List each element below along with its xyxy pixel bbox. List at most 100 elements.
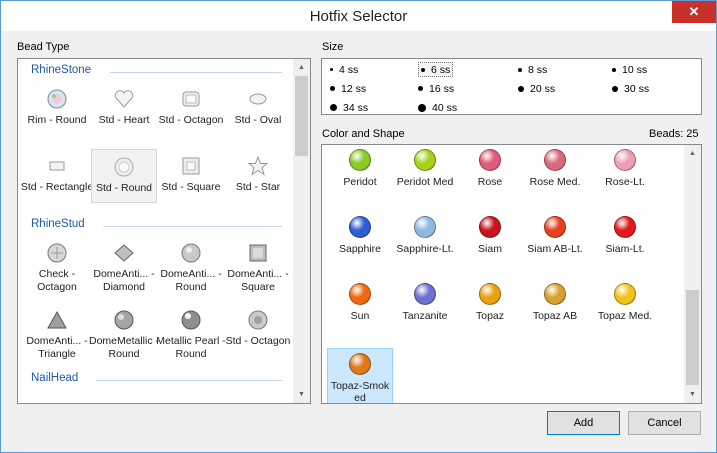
star-icon: [247, 155, 269, 177]
gem-icon: [349, 283, 371, 305]
diamond-icon: [113, 242, 135, 264]
color-item[interactable]: Peridot Med: [392, 145, 458, 201]
size-option[interactable]: 40 ss: [418, 100, 458, 114]
scroll-up-icon[interactable]: ▲: [684, 145, 701, 162]
bead-type-item[interactable]: Metallic Pearl - Round: [156, 303, 226, 360]
size-option[interactable]: 6 ss: [418, 62, 454, 77]
bead-type-label: Bead Type: [17, 41, 70, 53]
dome-square-icon: [247, 242, 269, 264]
size-option-label: 12 ss: [341, 82, 367, 95]
color-item[interactable]: Topaz-Smoked: [327, 348, 393, 404]
bead-type-item[interactable]: DomeAnti... - Diamond: [91, 236, 157, 293]
size-option[interactable]: 30 ss: [612, 81, 649, 96]
size-option[interactable]: 4 ss: [330, 62, 358, 77]
color-item-label: Siam-Lt.: [605, 243, 645, 255]
size-option[interactable]: 16 ss: [418, 81, 454, 96]
bead-type-item[interactable]: Std - Octagon: [225, 303, 291, 357]
group-header: RhineStud: [31, 218, 85, 230]
scroll-up-icon[interactable]: ▲: [293, 59, 310, 76]
gem-icon: [544, 283, 566, 305]
color-item[interactable]: Rose Med.: [522, 145, 588, 201]
color-item[interactable]: Topaz AB: [522, 279, 588, 335]
bead-type-label: Check - Octagon: [37, 268, 77, 293]
beads-count: Beads: 25: [649, 128, 699, 140]
bead-type-item[interactable]: DomeAnti... - Round: [158, 236, 224, 293]
gem-icon: [544, 149, 566, 171]
bead-type-item[interactable]: Std - Oval: [225, 82, 291, 136]
color-item[interactable]: Siam-Lt.: [592, 212, 658, 268]
color-item[interactable]: Rose-Lt.: [592, 145, 658, 201]
window-title: Hotfix Selector: [309, 8, 408, 25]
size-option-label: 40 ss: [432, 101, 458, 114]
bead-type-item[interactable]: Std - Star: [225, 149, 291, 203]
color-item[interactable]: Topaz: [457, 279, 523, 335]
heart-icon: [113, 88, 135, 110]
bead-type-item[interactable]: Std - Round: [91, 149, 157, 203]
color-item[interactable]: Siam: [457, 212, 523, 268]
scroll-down-icon[interactable]: ▼: [684, 386, 701, 403]
bead-type-label: Std - Octagon: [225, 335, 291, 347]
bead-type-item[interactable]: Std - Heart: [91, 82, 157, 136]
size-option[interactable]: 20 ss: [518, 81, 555, 96]
color-item[interactable]: Sapphire: [327, 212, 393, 268]
bead-type-list[interactable]: RhineStone Rim - Round Std - Heart Std - Oc…: [17, 58, 311, 404]
bead-type-scrollbar[interactable]: ▲ ▼: [293, 59, 310, 403]
bead-type-item[interactable]: Std - Octagon: [158, 82, 224, 136]
size-dot-icon: [518, 85, 524, 92]
cancel-button[interactable]: Cancel: [628, 411, 701, 435]
color-shape-list[interactable]: Peridot Peridot Med Rose Rose Med. Rose-Lt. S…: [321, 144, 702, 404]
size-option[interactable]: 10 ss: [612, 62, 647, 77]
bead-type-label: Std - Square: [161, 181, 221, 193]
bead-type-label: DomeMetallic - Round: [88, 335, 159, 360]
close-icon: ✕: [688, 4, 700, 19]
size-option[interactable]: 8 ss: [518, 62, 547, 77]
group-header: RhineStone: [31, 64, 92, 76]
group-divider: [103, 226, 282, 227]
bead-type-item[interactable]: Std - Square: [158, 149, 224, 203]
add-button[interactable]: Add: [547, 411, 620, 435]
bead-type-label: Std - Star: [235, 181, 281, 193]
size-option-label: 10 ss: [622, 63, 648, 76]
bead-type-item[interactable]: DomeAnti... - Square: [225, 236, 291, 293]
bead-type-label: DomeAnti... - Round: [160, 268, 222, 293]
close-button[interactable]: ✕: [672, 1, 716, 23]
color-item-label: Topaz-Smoked: [330, 380, 390, 404]
hotfix-selector-dialog: Hotfix Selector ✕ Bead Type RhineStone Ri…: [0, 0, 717, 453]
bead-type-label: Std - Heart: [98, 114, 150, 126]
size-dot-icon: [518, 67, 522, 72]
color-item[interactable]: Topaz Med.: [592, 279, 658, 335]
size-label: Size: [322, 41, 344, 53]
size-option[interactable]: 12 ss: [330, 81, 366, 96]
title-bar[interactable]: Hotfix Selector: [1, 1, 716, 31]
round-icon: [113, 156, 135, 178]
size-dot-icon: [612, 67, 616, 72]
size-option-label: 4 ss: [339, 63, 359, 76]
bead-type-item[interactable]: Std - Rectangle: [21, 149, 93, 203]
gem-icon: [479, 283, 501, 305]
scrollbar-thumb[interactable]: [686, 290, 699, 385]
color-item[interactable]: Siam AB-Lt.: [522, 212, 588, 268]
color-item[interactable]: Sapphire-Lt.: [392, 212, 458, 268]
bead-type-label: Std - Rectangle: [20, 181, 94, 193]
color-item-label: Siam AB-Lt.: [527, 243, 583, 255]
color-scrollbar[interactable]: ▲ ▼: [684, 145, 701, 403]
size-list[interactable]: 4 ss 6 ss 8 ss 10 ss 12 ss 16 ss 20 ss 30 ss 34 …: [321, 58, 702, 115]
bead-type-item[interactable]: DomeMetallic - Round: [89, 303, 159, 360]
size-dot-icon: [330, 68, 333, 71]
scroll-down-icon[interactable]: ▼: [293, 386, 310, 403]
bead-type-item[interactable]: DomeAnti... - Triangle: [24, 303, 90, 360]
scrollbar-thumb[interactable]: [295, 76, 308, 156]
color-item[interactable]: Peridot: [327, 145, 393, 201]
bead-type-item[interactable]: Rim - Round: [24, 82, 90, 136]
bead-type-item[interactable]: Check - Octagon: [24, 236, 90, 293]
color-item[interactable]: Sun: [327, 279, 393, 335]
size-option-label: 8 ss: [528, 63, 548, 76]
bead-type-label: DomeAnti... - Diamond: [93, 268, 155, 293]
color-item[interactable]: Tanzanite: [392, 279, 458, 335]
bead-type-label: DomeAnti... - Square: [227, 268, 289, 293]
size-option[interactable]: 34 ss: [330, 100, 368, 114]
rim-round-icon: [46, 88, 68, 110]
color-item[interactable]: Rose: [457, 145, 523, 201]
dome-round-icon: [180, 242, 202, 264]
bead-type-label: Std - Oval: [234, 114, 282, 126]
